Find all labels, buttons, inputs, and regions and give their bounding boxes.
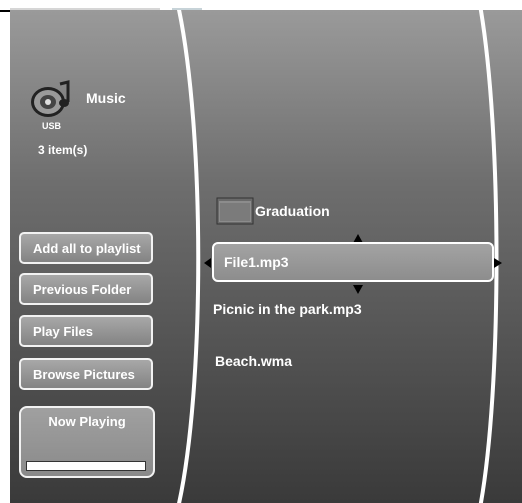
previous-folder-label: Previous Folder: [33, 281, 132, 297]
play-files-button[interactable]: Play Files: [19, 315, 153, 347]
music-speaker-icon: [28, 78, 76, 122]
now-playing-progress-bar: [26, 461, 146, 471]
arrow-down-icon[interactable]: [353, 285, 363, 294]
folder-item-graduation[interactable]: Graduation: [255, 203, 330, 219]
add-all-to-playlist-label: Add all to playlist: [33, 240, 141, 256]
device-label: USB: [42, 121, 62, 131]
file-item[interactable]: Picnic in the park.mp3: [213, 301, 362, 317]
item-count: 3 item(s): [38, 143, 88, 157]
previous-folder-button[interactable]: Previous Folder: [19, 273, 153, 305]
arrow-left-icon: [204, 258, 211, 268]
now-playing-panel[interactable]: Now Playing: [19, 406, 155, 478]
arrow-right-icon[interactable]: [494, 258, 502, 268]
selected-file-label: File1.mp3: [224, 254, 289, 270]
folder-icon: [216, 195, 254, 225]
selected-file-row[interactable]: File1.mp3: [212, 242, 494, 282]
now-playing-label: Now Playing: [48, 414, 126, 429]
browse-pictures-button[interactable]: Browse Pictures: [19, 358, 153, 390]
add-all-to-playlist-button[interactable]: Add all to playlist: [19, 232, 153, 264]
browse-pictures-label: Browse Pictures: [33, 366, 135, 382]
file-item[interactable]: Beach.wma: [215, 353, 292, 369]
source-title: Music: [86, 90, 126, 106]
media-browser-screen: Music USB 3 item(s) Add all to playlist …: [10, 10, 522, 503]
play-files-label: Play Files: [33, 323, 93, 339]
